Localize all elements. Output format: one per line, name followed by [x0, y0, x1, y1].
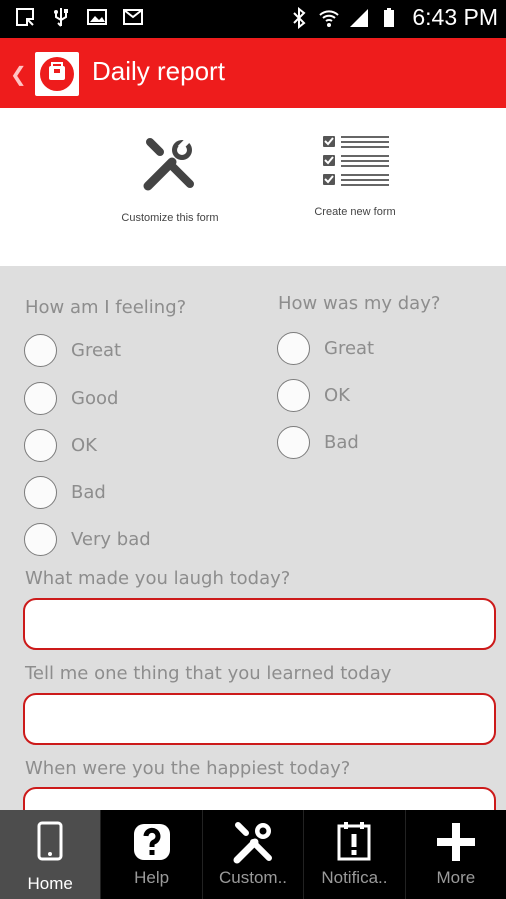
nav-home[interactable]: Home	[0, 810, 102, 899]
radio-feeling-good[interactable]: Good	[24, 382, 118, 415]
radio-day-bad[interactable]: Bad	[277, 426, 359, 459]
nav-label: Notifica..	[321, 868, 388, 887]
nav-label: Help	[134, 868, 170, 887]
status-bar: 6:43 PM	[0, 0, 506, 38]
radio-circle[interactable]	[24, 523, 57, 556]
radio-label: Good	[71, 388, 119, 409]
nav-label: More	[436, 868, 476, 887]
wifi-icon	[319, 9, 340, 27]
usb-icon	[54, 8, 68, 27]
question-happiest: When were you the happiest today?	[25, 758, 351, 779]
radio-feeling-bad[interactable]: Bad	[24, 476, 106, 509]
phone-icon	[37, 821, 63, 861]
radio-circle[interactable]	[24, 334, 57, 367]
question-feeling: How am I feeling?	[25, 297, 187, 318]
signal-icon	[350, 8, 369, 27]
radio-circle[interactable]	[277, 426, 310, 459]
bottom-nav: Home Help Custom.. Notifica.. More	[0, 810, 506, 899]
notification-icon	[337, 822, 371, 861]
radio-day-great[interactable]: Great	[277, 332, 374, 365]
radio-circle[interactable]	[24, 429, 57, 462]
page-title: Daily report	[92, 56, 225, 86]
screenshot-icon	[16, 8, 34, 26]
nav-label: Custom..	[219, 868, 288, 887]
tools-icon	[233, 822, 273, 864]
question-laugh: What made you laugh today?	[25, 568, 291, 589]
app-logo[interactable]	[35, 52, 79, 96]
question-learned: Tell me one thing that you learned today	[25, 663, 392, 684]
radio-circle[interactable]	[277, 332, 310, 365]
tools-icon	[143, 136, 194, 191]
back-chevron-icon[interactable]: ❮	[10, 62, 27, 86]
nav-more[interactable]: More	[406, 810, 506, 899]
bluetooth-icon	[293, 6, 306, 29]
radio-feeling-great[interactable]: Great	[24, 334, 121, 367]
radio-label: Very bad	[71, 529, 151, 550]
image-icon	[87, 9, 107, 25]
form-actions: Customize this form Create new form	[0, 108, 506, 266]
radio-label: OK	[71, 435, 97, 456]
daily-report-form: How am I feeling? How was my day? Great …	[0, 266, 506, 810]
radio-label: Bad	[71, 482, 106, 503]
radio-feeling-very-bad[interactable]: Very bad	[24, 523, 151, 556]
radio-day-ok[interactable]: OK	[277, 379, 350, 412]
customize-form-label: Customize this form	[121, 212, 219, 224]
nav-help[interactable]: Help	[101, 810, 203, 899]
nav-label: Home	[27, 874, 73, 893]
happiest-field[interactable]	[23, 787, 496, 810]
radio-label: OK	[324, 385, 350, 406]
radio-label: Great	[324, 338, 375, 359]
email-icon	[123, 9, 143, 25]
help-icon	[133, 824, 170, 860]
radio-circle[interactable]	[24, 476, 57, 509]
create-form-button[interactable]: Create new form	[290, 130, 420, 218]
checklist-icon	[323, 136, 389, 186]
customize-form-button[interactable]: Customize this form	[100, 136, 240, 224]
radio-feeling-ok[interactable]: OK	[24, 429, 97, 462]
battery-icon	[384, 7, 395, 27]
app-logo-icon	[40, 57, 74, 91]
radio-label: Bad	[324, 432, 359, 453]
radio-circle[interactable]	[277, 379, 310, 412]
clock: 6:43 PM	[412, 4, 498, 30]
question-day: How was my day?	[278, 293, 441, 314]
nav-customize[interactable]: Custom..	[203, 810, 305, 899]
create-form-label: Create new form	[314, 206, 396, 218]
app-bar: ❮ Daily report	[0, 38, 506, 108]
learned-field[interactable]	[23, 693, 496, 745]
laugh-field[interactable]	[23, 598, 496, 650]
radio-label: Great	[71, 340, 122, 361]
radio-circle[interactable]	[24, 382, 57, 415]
nav-notifications[interactable]: Notifica..	[304, 810, 406, 899]
plus-icon	[436, 823, 475, 861]
